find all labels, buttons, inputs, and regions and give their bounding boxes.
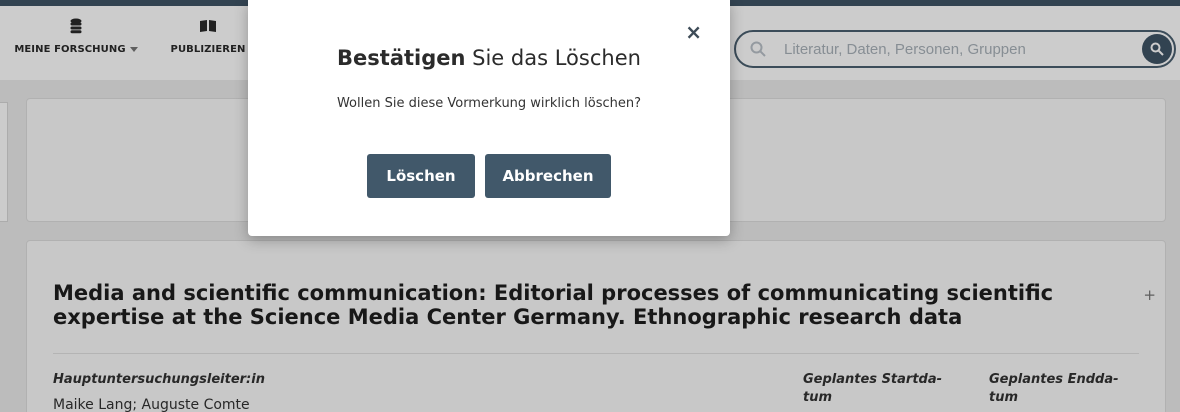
dialog-title-rest: Sie das Löschen <box>465 46 641 70</box>
dialog-title-bold: Bestätigen <box>337 46 466 70</box>
delete-button[interactable]: Löschen <box>367 154 475 198</box>
dialog-title: Bestätigen Sie das Löschen <box>248 46 730 70</box>
dialog-actions: Löschen Abbrechen <box>248 154 730 198</box>
dialog-message: Wollen Sie diese Vormerkung wirklich lös… <box>336 96 642 111</box>
cancel-button[interactable]: Abbrechen <box>485 154 611 198</box>
confirm-delete-dialog: × Bestätigen Sie das Löschen Wollen Sie … <box>248 0 730 236</box>
close-icon[interactable]: × <box>685 22 702 42</box>
